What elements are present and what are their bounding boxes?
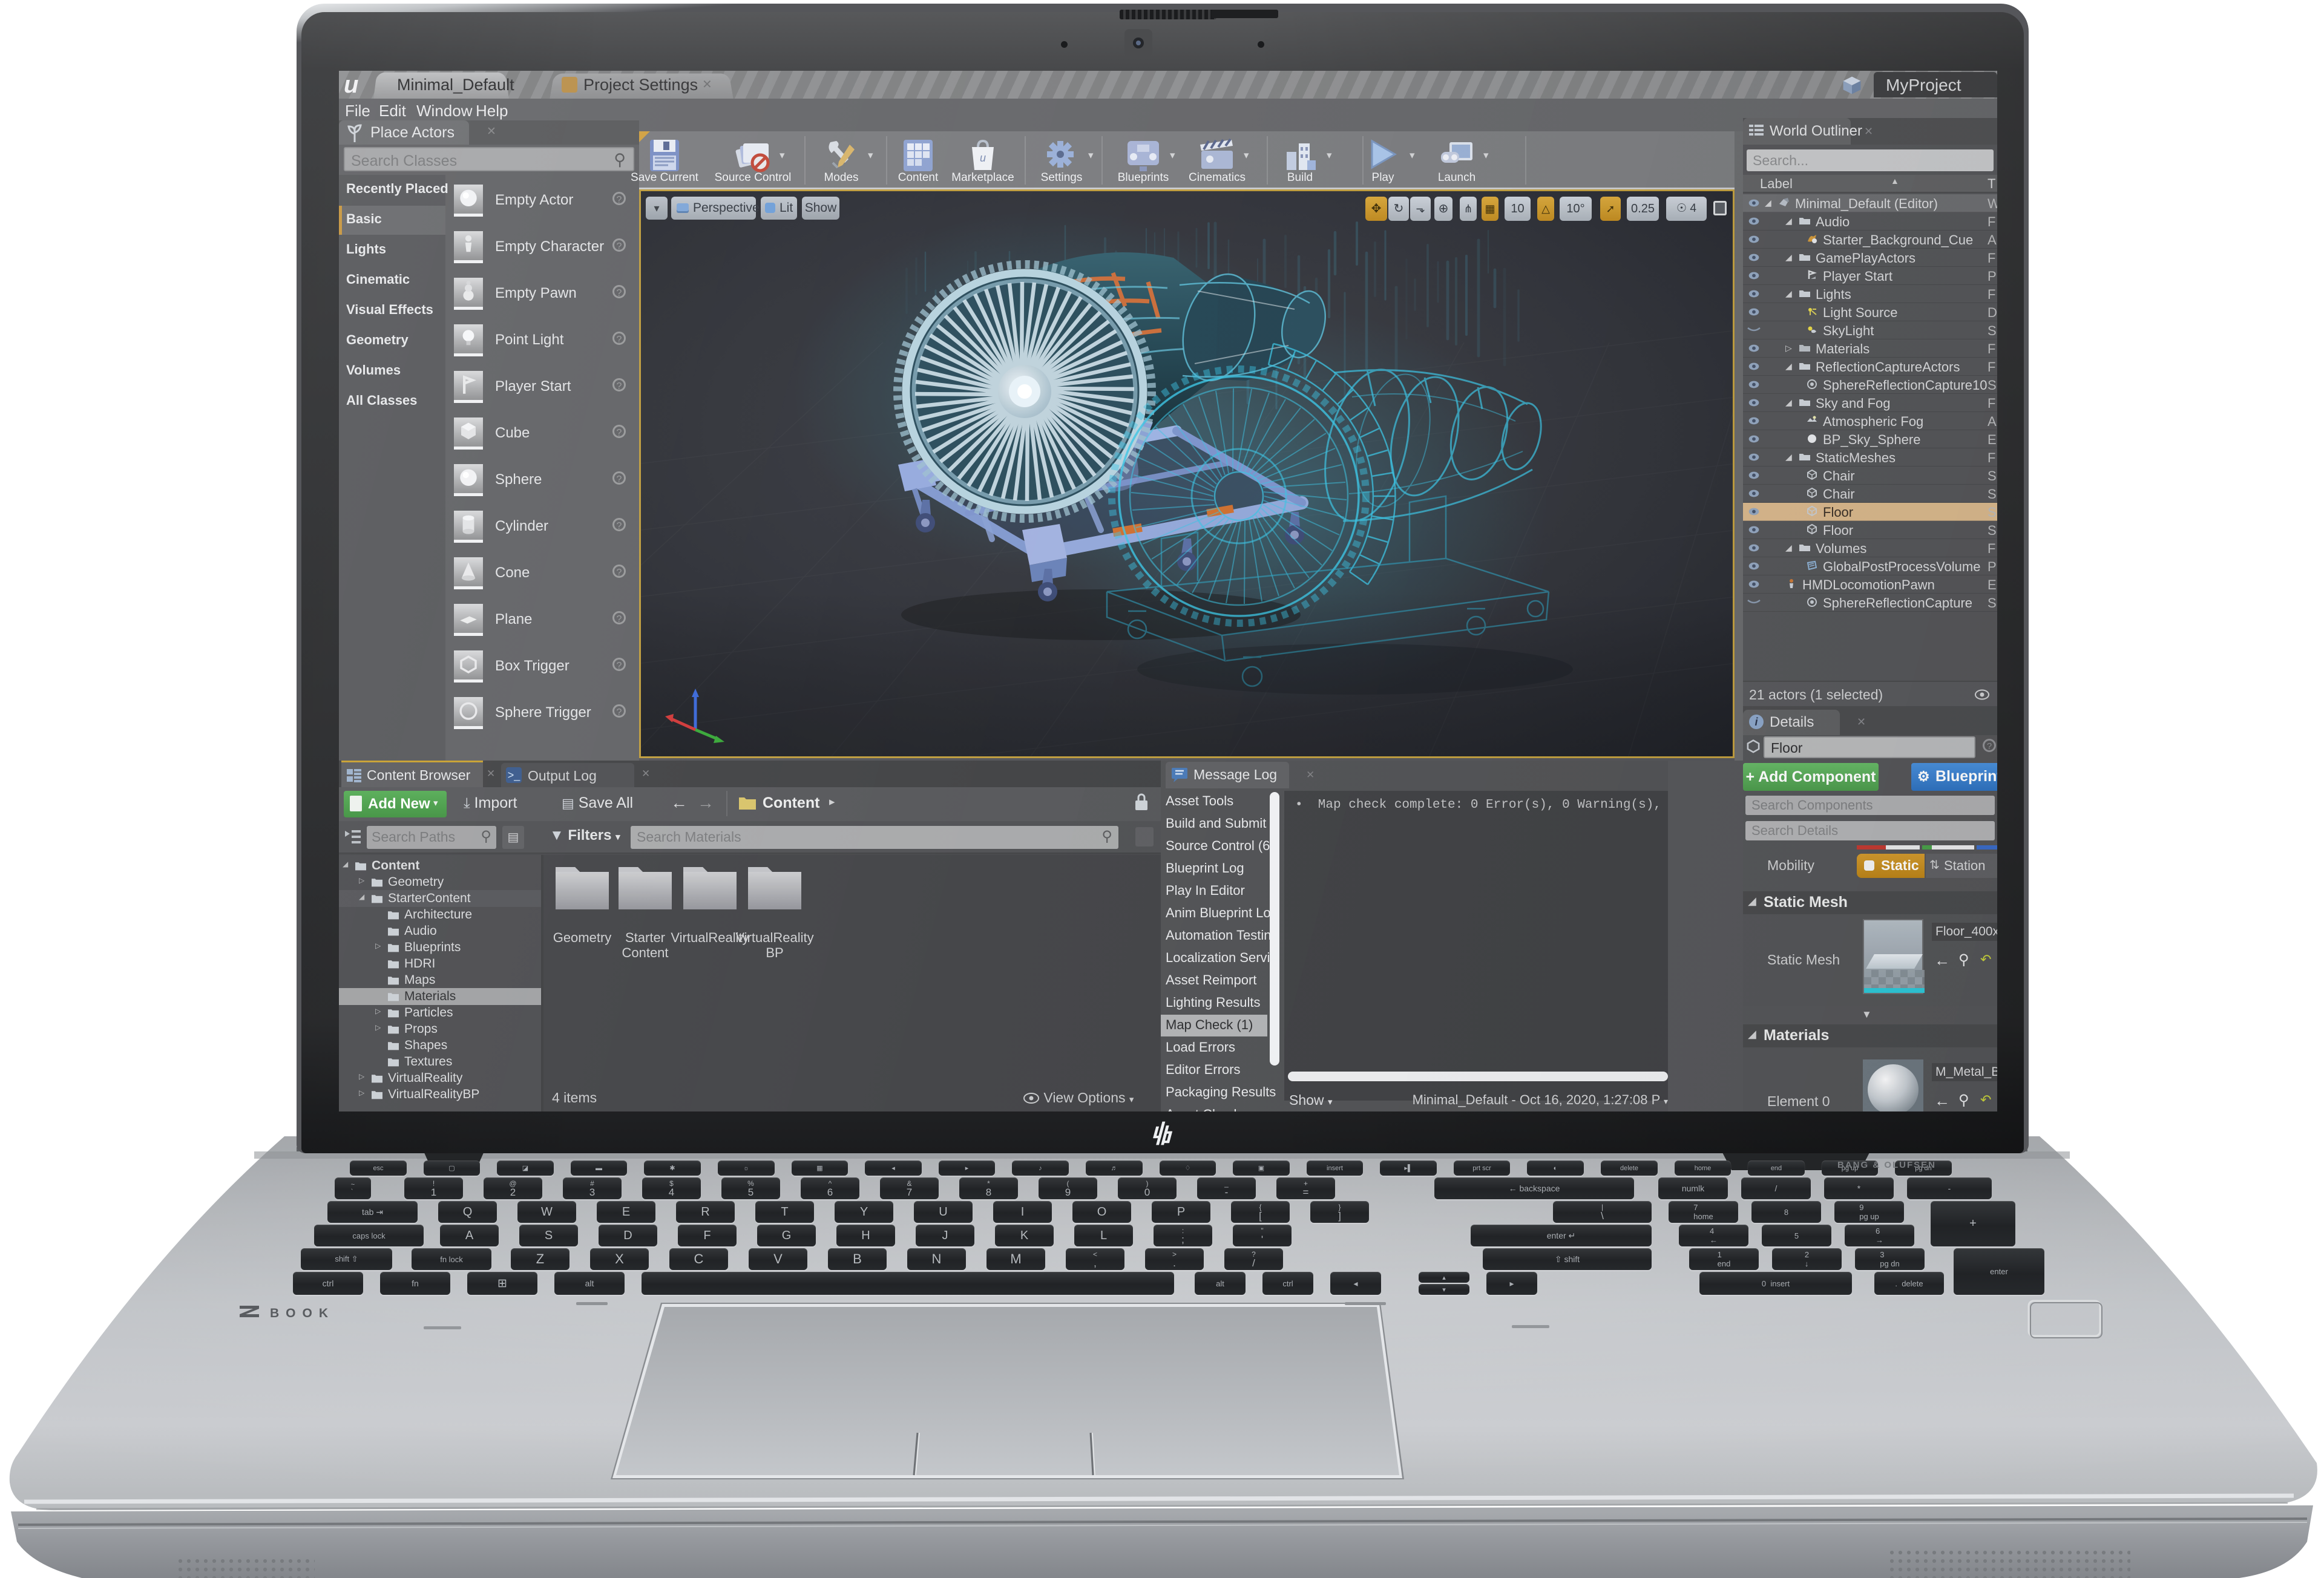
svg-text:BOOK: BOOK: [270, 1306, 335, 1320]
svg-text:u: u: [980, 152, 986, 164]
